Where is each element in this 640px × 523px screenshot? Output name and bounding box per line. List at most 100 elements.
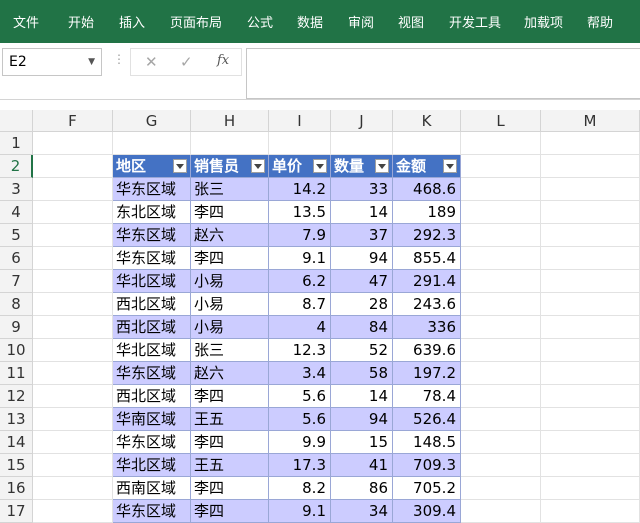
table-cell[interactable]: 小易 (191, 293, 269, 316)
row-header-15[interactable]: 15 (0, 454, 33, 477)
table-cell[interactable]: 李四 (191, 385, 269, 408)
cell-m8[interactable] (541, 293, 640, 316)
table-cell[interactable]: 6.2 (269, 270, 331, 293)
cell-l3[interactable] (461, 178, 541, 201)
table-cell[interactable]: 李四 (191, 431, 269, 454)
filter-dropdown-icon[interactable] (173, 159, 187, 173)
cell-h1[interactable] (191, 132, 269, 155)
table-cell[interactable]: 5.6 (269, 408, 331, 431)
table-cell[interactable]: 34 (331, 500, 393, 523)
name-box[interactable]: E2 ▼ (2, 48, 102, 76)
table-header-1[interactable]: 销售员 (191, 155, 269, 178)
cell-m11[interactable] (541, 362, 640, 385)
tab-formulas[interactable]: 公式 (247, 12, 273, 31)
table-cell[interactable]: 8.2 (269, 477, 331, 500)
cell-l16[interactable] (461, 477, 541, 500)
table-cell[interactable]: 华南区域 (113, 408, 191, 431)
row-header-4[interactable]: 4 (0, 201, 33, 224)
table-header-0[interactable]: 地区 (113, 155, 191, 178)
cell-l15[interactable] (461, 454, 541, 477)
table-cell[interactable]: 639.6 (393, 339, 461, 362)
cell-m7[interactable] (541, 270, 640, 293)
row-header-7[interactable]: 7 (0, 270, 33, 293)
table-cell[interactable]: 5.6 (269, 385, 331, 408)
tab-home[interactable]: 开始 (68, 12, 94, 31)
table-cell[interactable]: 78.4 (393, 385, 461, 408)
row-header-3[interactable]: 3 (0, 178, 33, 201)
table-cell[interactable]: 西南区域 (113, 477, 191, 500)
row-header-12[interactable]: 12 (0, 385, 33, 408)
table-cell[interactable]: 468.6 (393, 178, 461, 201)
table-cell[interactable]: 84 (331, 316, 393, 339)
table-cell[interactable]: 张三 (191, 339, 269, 362)
table-cell[interactable]: 292.3 (393, 224, 461, 247)
table-cell[interactable]: 148.5 (393, 431, 461, 454)
cell-l6[interactable] (461, 247, 541, 270)
table-cell[interactable]: 336 (393, 316, 461, 339)
table-cell[interactable]: 58 (331, 362, 393, 385)
table-cell[interactable]: 9.1 (269, 247, 331, 270)
cell-f17[interactable] (33, 500, 113, 523)
row-header-17[interactable]: 17 (0, 500, 33, 523)
table-cell[interactable]: 12.3 (269, 339, 331, 362)
tab-page-layout[interactable]: 页面布局 (170, 12, 222, 31)
table-cell[interactable]: 张三 (191, 178, 269, 201)
table-cell[interactable]: 华东区域 (113, 178, 191, 201)
table-cell[interactable]: 王五 (191, 454, 269, 477)
cell-m3[interactable] (541, 178, 640, 201)
table-cell[interactable]: 15 (331, 431, 393, 454)
insert-function-icon[interactable]: fx (217, 53, 229, 68)
cell-f7[interactable] (33, 270, 113, 293)
cell-f16[interactable] (33, 477, 113, 500)
cell-f3[interactable] (33, 178, 113, 201)
cell-m12[interactable] (541, 385, 640, 408)
table-cell[interactable]: 28 (331, 293, 393, 316)
table-cell[interactable]: 东北区域 (113, 201, 191, 224)
table-cell[interactable]: 华北区域 (113, 270, 191, 293)
filter-dropdown-icon[interactable] (443, 159, 457, 173)
cell-m16[interactable] (541, 477, 640, 500)
table-cell[interactable]: 3.4 (269, 362, 331, 385)
row-header-14[interactable]: 14 (0, 431, 33, 454)
table-cell[interactable]: 9.1 (269, 500, 331, 523)
cell-l5[interactable] (461, 224, 541, 247)
cell-f11[interactable] (33, 362, 113, 385)
row-header-11[interactable]: 11 (0, 362, 33, 385)
cell-l13[interactable] (461, 408, 541, 431)
cell-f8[interactable] (33, 293, 113, 316)
table-cell[interactable]: 华北区域 (113, 454, 191, 477)
table-cell[interactable]: 41 (331, 454, 393, 477)
filter-dropdown-icon[interactable] (313, 159, 327, 173)
cell-j1[interactable] (331, 132, 393, 155)
formula-input[interactable] (246, 48, 640, 99)
table-header-3[interactable]: 数量 (331, 155, 393, 178)
table-cell[interactable]: 7.9 (269, 224, 331, 247)
table-cell[interactable]: 华北区域 (113, 339, 191, 362)
table-cell[interactable]: 709.3 (393, 454, 461, 477)
table-cell[interactable]: 华东区域 (113, 500, 191, 523)
tab-file[interactable]: 文件 (13, 12, 39, 31)
table-cell[interactable]: 197.2 (393, 362, 461, 385)
cell-l12[interactable] (461, 385, 541, 408)
cell-f10[interactable] (33, 339, 113, 362)
row-header-10[interactable]: 10 (0, 339, 33, 362)
cell-f2[interactable] (33, 155, 113, 178)
table-cell[interactable]: 华东区域 (113, 247, 191, 270)
enter-icon[interactable]: ✓ (180, 53, 193, 71)
table-cell[interactable]: 李四 (191, 500, 269, 523)
table-cell[interactable]: 94 (331, 247, 393, 270)
column-header-l[interactable]: L (461, 110, 541, 132)
select-all-corner[interactable] (0, 110, 33, 132)
tab-addins[interactable]: 加载项 (524, 12, 563, 31)
table-cell[interactable]: 华东区域 (113, 362, 191, 385)
cell-f1[interactable] (33, 132, 113, 155)
cell-l1[interactable] (461, 132, 541, 155)
table-cell[interactable]: 855.4 (393, 247, 461, 270)
cell-k1[interactable] (393, 132, 461, 155)
table-cell[interactable]: 赵六 (191, 362, 269, 385)
row-header-8[interactable]: 8 (0, 293, 33, 316)
table-cell[interactable]: 西北区域 (113, 316, 191, 339)
tab-developer[interactable]: 开发工具 (449, 12, 501, 31)
table-cell[interactable]: 李四 (191, 477, 269, 500)
cell-f15[interactable] (33, 454, 113, 477)
